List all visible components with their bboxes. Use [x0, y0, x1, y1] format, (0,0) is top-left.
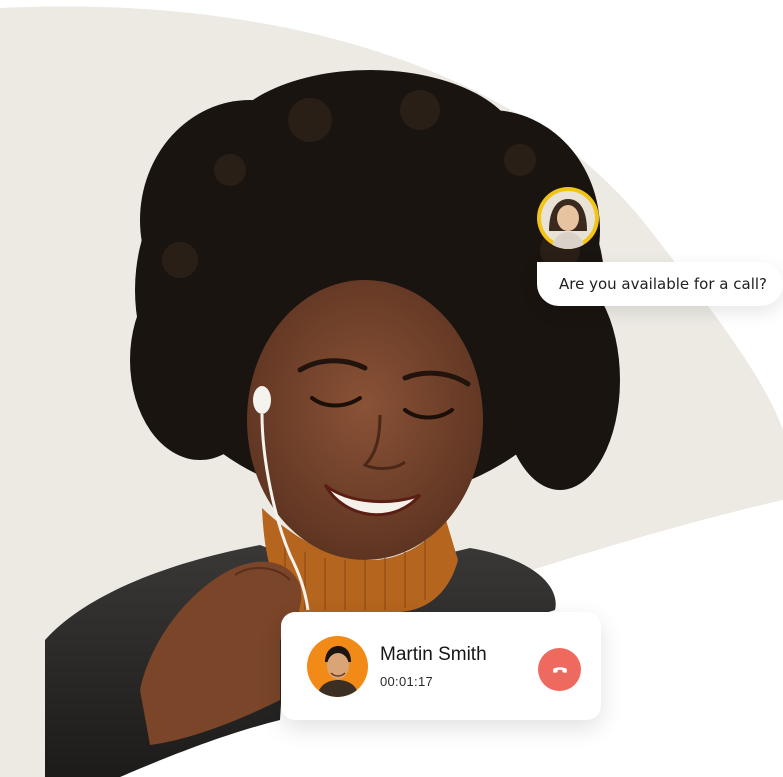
- call-duration: 00:01:17: [380, 674, 434, 689]
- chat-message-bubble: Are you available for a call?: [537, 262, 783, 306]
- hangup-button[interactable]: [538, 648, 581, 691]
- phone-hangup-icon: [552, 666, 567, 673]
- man-avatar-icon: [317, 646, 359, 697]
- chat-message-text: Are you available for a call?: [559, 275, 767, 293]
- active-call-card: Martin Smith 00:01:17: [281, 612, 601, 720]
- chat-sender-avatar: [537, 187, 599, 249]
- caller-avatar: [307, 636, 368, 697]
- woman-avatar-icon: [541, 191, 595, 249]
- caller-name: Martin Smith: [380, 644, 487, 665]
- hero-illustration: Are you available for a call? Martin Smi…: [0, 0, 783, 777]
